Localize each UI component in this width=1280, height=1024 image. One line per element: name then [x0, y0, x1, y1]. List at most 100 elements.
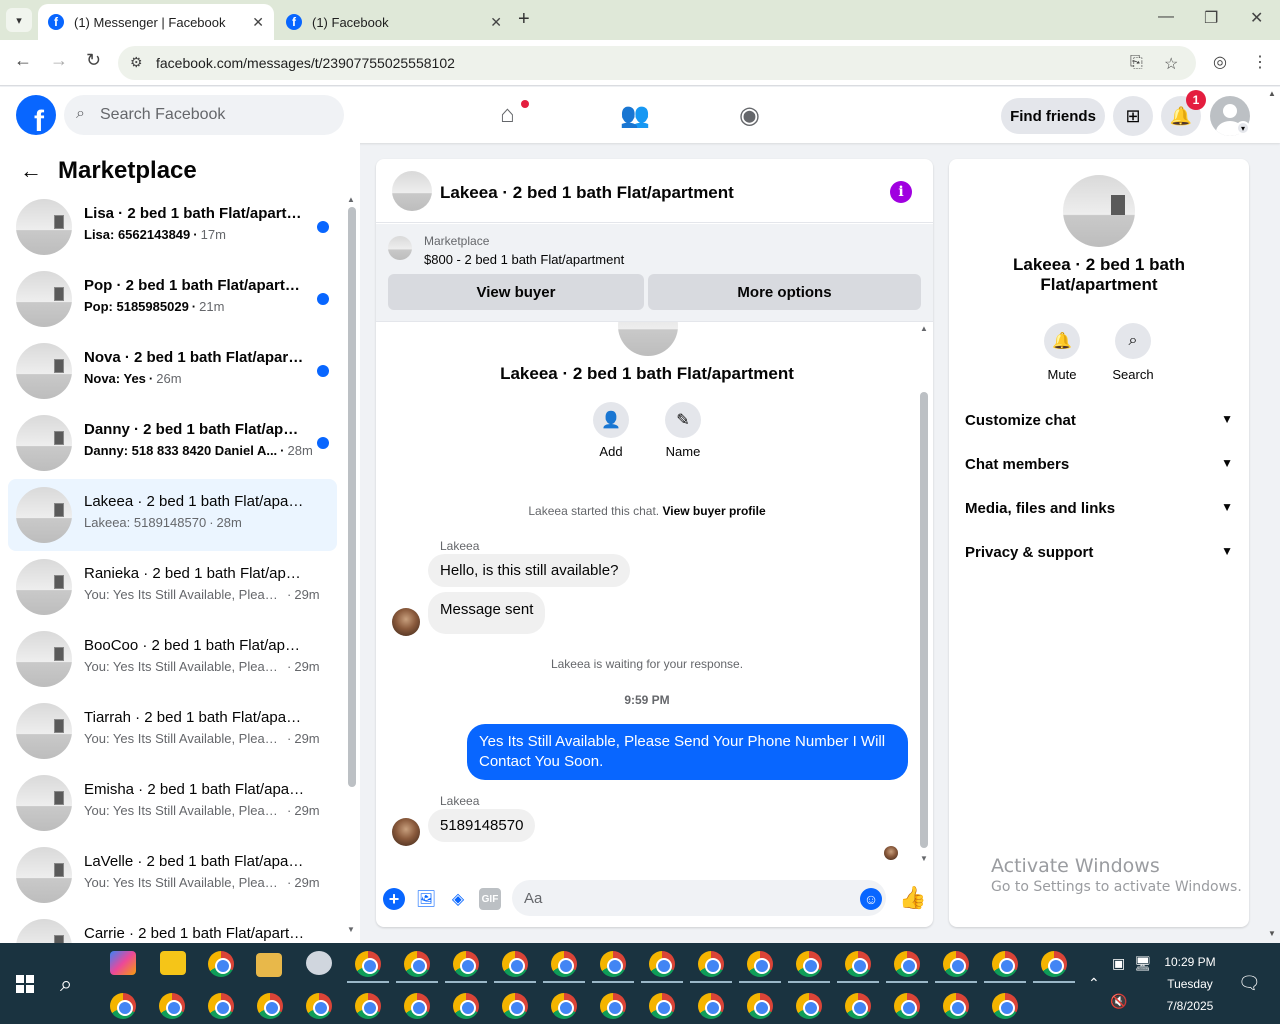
- sender-avatar[interactable]: [392, 818, 420, 846]
- close-window-icon[interactable]: ✕: [1250, 8, 1263, 28]
- more-options-button[interactable]: More options: [648, 274, 921, 310]
- conversation-item[interactable]: Danny · 2 bed 1 bath Flat/apartment Danny…: [8, 407, 337, 479]
- incoming-message[interactable]: Message sent: [428, 592, 546, 634]
- plus-icon[interactable]: +: [383, 888, 405, 910]
- chrome-taskbar-icon[interactable]: [894, 951, 920, 977]
- chrome-taskbar-icon[interactable]: [551, 951, 577, 977]
- back-icon[interactable]: ←: [14, 50, 32, 71]
- customize-chat-section[interactable]: Customize chat ▼: [965, 412, 1233, 429]
- name-button[interactable]: ✎ Name: [653, 402, 713, 459]
- thumbs-up-icon[interactable]: 👍: [899, 885, 926, 911]
- conversation-item[interactable]: Tiarrah · 2 bed 1 bath Flat/apartment You…: [8, 695, 337, 767]
- conversation-item[interactable]: Carrie · 2 bed 1 bath Flat/apartment: [8, 911, 337, 943]
- show-hidden-icons-icon[interactable]: ⌃: [1088, 975, 1100, 992]
- close-tab-icon[interactable]: ✕: [252, 14, 264, 31]
- bookmark-star-icon[interactable]: ☆: [1164, 54, 1178, 74]
- chrome-taskbar-icon[interactable]: [600, 993, 626, 1019]
- facebook-logo-icon[interactable]: f: [16, 95, 56, 135]
- chrome-taskbar-icon[interactable]: [845, 993, 871, 1019]
- chrome-taskbar-icon[interactable]: [747, 993, 773, 1019]
- outgoing-message[interactable]: Yes Its Still Available, Please Send You…: [467, 724, 908, 780]
- conversation-item[interactable]: Pop · 2 bed 1 bath Flat/apartment Pop: 51…: [8, 263, 337, 335]
- chrome-taskbar-icon[interactable]: [649, 951, 675, 977]
- chrome-taskbar-icon[interactable]: [453, 951, 479, 977]
- address-bar[interactable]: ⚙ facebook.com/messages/t/23907755025558…: [118, 46, 1196, 80]
- chrome-taskbar-icon[interactable]: [208, 993, 234, 1019]
- search-conversation-button[interactable]: ⌕ Search: [1103, 323, 1163, 382]
- media-files-links-section[interactable]: Media, files and links ▼: [965, 500, 1233, 517]
- sender-avatar[interactable]: [392, 608, 420, 636]
- sidebar-scrollbar[interactable]: ▲ ▼: [346, 195, 356, 935]
- details-avatar[interactable]: [1063, 175, 1135, 247]
- chrome-taskbar-icon[interactable]: [796, 993, 822, 1019]
- app-icon[interactable]: [306, 951, 332, 975]
- chrome-taskbar-icon[interactable]: [649, 993, 675, 1019]
- device-icon[interactable]: ▣: [1112, 955, 1125, 972]
- sticker-icon[interactable]: ◈: [447, 888, 469, 910]
- chrome-taskbar-icon[interactable]: [257, 993, 283, 1019]
- chrome-taskbar-icon[interactable]: [698, 993, 724, 1019]
- conversation-item[interactable]: Emisha · 2 bed 1 bath Flat/apartment You:…: [8, 767, 337, 839]
- chrome-taskbar-icon[interactable]: [747, 951, 773, 977]
- clock-day[interactable]: Tuesday: [1160, 977, 1220, 991]
- info-icon[interactable]: i: [890, 181, 912, 203]
- chrome-taskbar-icon[interactable]: [943, 951, 969, 977]
- chevron-down-icon[interactable]: ▾: [1236, 121, 1250, 135]
- chrome-taskbar-icon[interactable]: [1041, 951, 1067, 977]
- gif-icon[interactable]: GIF: [479, 888, 501, 910]
- chrome-taskbar-icon[interactable]: [502, 951, 528, 977]
- search-icon[interactable]: ⌕: [60, 971, 72, 997]
- page-scrollbar[interactable]: ▲ ▼: [1266, 87, 1280, 943]
- mute-button[interactable]: 🔔 Mute: [1032, 323, 1092, 382]
- listing-thumbnail[interactable]: [388, 236, 412, 260]
- windows-start-icon[interactable]: [16, 975, 34, 993]
- tab-search-button[interactable]: ▾: [6, 8, 32, 32]
- search-input[interactable]: ⌕ Search Facebook: [64, 95, 344, 135]
- photo-icon[interactable]: 🖼: [415, 888, 437, 910]
- file-explorer-icon[interactable]: [256, 953, 282, 977]
- chrome-taskbar-icon[interactable]: [943, 993, 969, 1019]
- tab-messenger[interactable]: f (1) Messenger | Facebook ✕: [38, 4, 274, 40]
- privacy-support-section[interactable]: Privacy & support ▼: [965, 544, 1233, 561]
- conversation-item[interactable]: Lakeea · 2 bed 1 bath Flat/apartment Lake…: [8, 479, 337, 551]
- conversation-item[interactable]: Nova · 2 bed 1 bath Flat/apartment Nova: …: [8, 335, 337, 407]
- clock-date[interactable]: 7/8/2025: [1160, 999, 1220, 1013]
- chrome-taskbar-icon[interactable]: [698, 951, 724, 977]
- volume-muted-icon[interactable]: 🔇: [1110, 993, 1127, 1010]
- chrome-taskbar-icon[interactable]: [453, 993, 479, 1019]
- chrome-taskbar-icon[interactable]: [306, 993, 332, 1019]
- conversation-item[interactable]: Ranieka · 2 bed 1 bath Flat/apartment You…: [8, 551, 337, 623]
- profile-icon[interactable]: ◎: [1213, 52, 1227, 72]
- find-friends-button[interactable]: Find friends: [1001, 98, 1105, 134]
- chrome-taskbar-icon[interactable]: [992, 993, 1018, 1019]
- notification-center-icon[interactable]: 🗨: [1238, 973, 1261, 994]
- chrome-taskbar-icon[interactable]: [208, 951, 234, 977]
- chat-title[interactable]: Lakeea · 2 bed 1 bath Flat/apartment: [440, 183, 734, 203]
- restore-icon[interactable]: ❐: [1204, 8, 1218, 28]
- chrome-taskbar-icon[interactable]: [894, 993, 920, 1019]
- listing-title[interactable]: $800 - 2 bed 1 bath Flat/apartment: [424, 252, 624, 267]
- groups-icon[interactable]: ◉: [739, 101, 760, 130]
- view-buyer-button[interactable]: View buyer: [388, 274, 644, 310]
- reload-icon[interactable]: ↻: [86, 50, 101, 71]
- menu-dots-icon[interactable]: ⋮: [1252, 52, 1268, 72]
- chrome-taskbar-icon[interactable]: [600, 951, 626, 977]
- add-button[interactable]: 👤 Add: [581, 402, 641, 459]
- close-tab-icon[interactable]: ✕: [490, 14, 502, 31]
- incoming-message[interactable]: Hello, is this still available?: [428, 554, 631, 587]
- clock-time[interactable]: 10:29 PM: [1160, 955, 1220, 969]
- chrome-taskbar-icon[interactable]: [159, 993, 185, 1019]
- home-icon[interactable]: ⌂: [500, 101, 515, 129]
- chrome-taskbar-icon[interactable]: [551, 993, 577, 1019]
- chat-members-section[interactable]: Chat members ▼: [965, 456, 1233, 473]
- chrome-taskbar-icon[interactable]: [404, 951, 430, 977]
- chrome-taskbar-icon[interactable]: [502, 993, 528, 1019]
- conversation-item[interactable]: LaVelle · 2 bed 1 bath Flat/apartment You…: [8, 839, 337, 911]
- back-arrow-icon[interactable]: ←: [20, 158, 42, 184]
- chrome-taskbar-icon[interactable]: [355, 951, 381, 977]
- new-tab-button[interactable]: +: [518, 8, 530, 31]
- tab-facebook[interactable]: f (1) Facebook ✕: [276, 4, 512, 40]
- chrome-taskbar-icon[interactable]: [796, 951, 822, 977]
- chrome-taskbar-icon[interactable]: [845, 951, 871, 977]
- chrome-taskbar-icon[interactable]: [355, 993, 381, 1019]
